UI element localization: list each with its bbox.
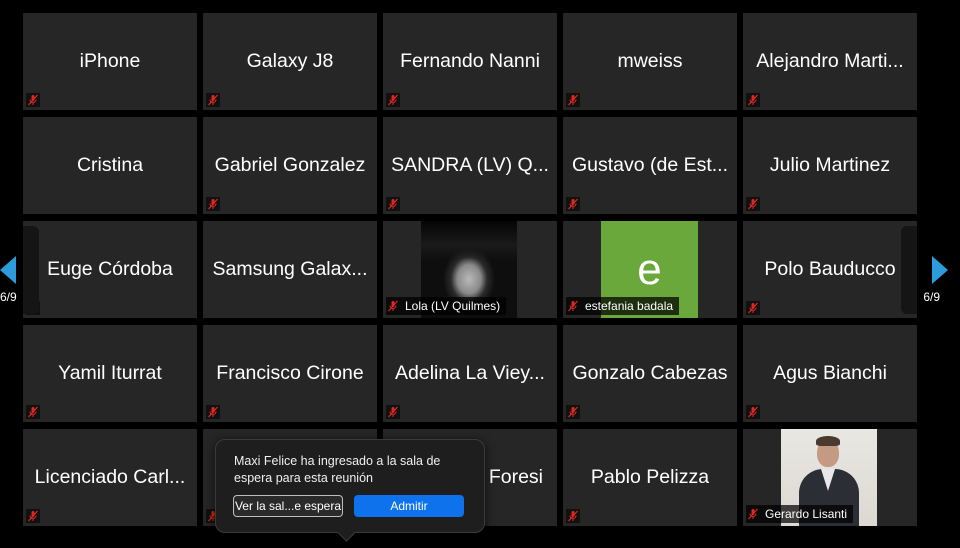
- participant-name: Agus Bianchi: [773, 363, 887, 384]
- muted-mic-icon: [26, 509, 40, 523]
- participant-name: Gonzalo Cabezas: [572, 363, 728, 384]
- muted-mic-icon: [746, 93, 760, 107]
- muted-mic-icon: [566, 93, 580, 107]
- participant-name: Gerardo Lisanti: [765, 507, 848, 521]
- muted-mic-icon: [206, 197, 220, 211]
- muted-mic-icon: [386, 299, 400, 313]
- muted-mic-icon: [746, 507, 760, 521]
- avatar-initial: e: [637, 244, 662, 294]
- participant-name: mweiss: [617, 51, 683, 72]
- participant-label: Gerardo Lisanti: [746, 505, 854, 523]
- participant-tile[interactable]: Gabriel Gonzalez: [203, 117, 377, 214]
- participant-name: Samsung Galax...: [212, 259, 368, 280]
- view-waiting-room-button[interactable]: Ver la sal...e espera: [233, 495, 343, 517]
- participant-tile[interactable]: Samsung Galax...: [203, 221, 377, 318]
- participant-name: Polo Bauducco: [764, 259, 896, 280]
- participant-name: Yamil Iturrat: [58, 363, 162, 384]
- participant-tile[interactable]: Agus Bianchi: [743, 325, 917, 422]
- muted-mic-icon: [206, 93, 220, 107]
- participant-name: iPhone: [79, 51, 141, 72]
- participant-name: Alejandro Marti...: [756, 51, 904, 72]
- participant-video-tile[interactable]: Lola (LV Quilmes): [383, 221, 557, 318]
- participant-tile[interactable]: Francisco Cirone: [203, 325, 377, 422]
- muted-mic-icon: [386, 405, 400, 419]
- participant-tile[interactable]: Julio Martinez: [743, 117, 917, 214]
- participant-name: Julio Martinez: [769, 155, 891, 176]
- muted-mic-icon: [746, 197, 760, 211]
- participant-tile[interactable]: Cristina: [23, 117, 197, 214]
- notification-message: Maxi Felice ha ingresado a la sala de es…: [234, 454, 441, 485]
- participant-name: Gabriel Gonzalez: [214, 155, 366, 176]
- participant-tile[interactable]: Yamil Iturrat: [23, 325, 197, 422]
- participant-label: estefania badala: [566, 297, 680, 315]
- participant-name: Licenciado Carl...: [34, 467, 186, 488]
- muted-mic-icon: [746, 405, 760, 419]
- participant-name: Gustavo (de Est...: [571, 155, 729, 176]
- participant-name: Pablo Pelizza: [590, 467, 710, 488]
- participant-tile[interactable]: Alejandro Marti...: [743, 13, 917, 110]
- participant-tile[interactable]: Pablo Pelizza: [563, 429, 737, 526]
- participant-video-tile[interactable]: Gerardo Lisanti: [743, 429, 917, 526]
- muted-mic-icon: [566, 509, 580, 523]
- waiting-room-notification: Maxi Felice ha ingresado a la sala de es…: [215, 439, 485, 533]
- muted-mic-icon: [566, 299, 580, 313]
- participant-name: Lola (LV Quilmes): [405, 299, 501, 313]
- participant-tile[interactable]: iPhone: [23, 13, 197, 110]
- participant-name: Foresi: [488, 467, 543, 488]
- admit-button[interactable]: Admitir: [354, 495, 464, 517]
- participant-name: Adelina La Viey...: [395, 363, 545, 384]
- muted-mic-icon: [206, 405, 220, 419]
- muted-mic-icon: [566, 197, 580, 211]
- participant-tile[interactable]: Polo Bauducco: [743, 221, 917, 318]
- participant-tile[interactable]: Adelina La Viey...: [383, 325, 557, 422]
- participant-tile[interactable]: Galaxy J8: [203, 13, 377, 110]
- participant-name: Euge Córdoba: [47, 259, 173, 280]
- participant-tile[interactable]: Licenciado Carl...: [23, 429, 197, 526]
- participant-name: estefania badala: [585, 299, 674, 313]
- page-indicator-left: 6/9: [0, 290, 17, 304]
- participant-tile[interactable]: Fernando Nanni: [383, 13, 557, 110]
- previous-page-arrow-icon[interactable]: [0, 256, 20, 284]
- muted-mic-icon: [386, 93, 400, 107]
- participant-avatar-tile[interactable]: e estefania badala: [563, 221, 737, 318]
- participant-label: Lola (LV Quilmes): [386, 297, 507, 315]
- prev-page-strip[interactable]: [23, 226, 39, 314]
- muted-mic-icon: [386, 197, 400, 211]
- participant-name: Galaxy J8: [246, 51, 334, 72]
- participant-name: SANDRA (LV) Q...: [391, 155, 549, 176]
- muted-mic-icon: [26, 93, 40, 107]
- page-indicator-right: 6/9: [923, 290, 940, 304]
- participant-name: Cristina: [76, 155, 144, 176]
- next-page-arrow-icon[interactable]: [928, 256, 948, 284]
- participant-tile[interactable]: Gonzalo Cabezas: [563, 325, 737, 422]
- participant-tile[interactable]: Gustavo (de Est...: [563, 117, 737, 214]
- muted-mic-icon: [566, 405, 580, 419]
- participant-tile[interactable]: mweiss: [563, 13, 737, 110]
- participant-name: Francisco Cirone: [216, 363, 364, 384]
- next-page-strip[interactable]: [901, 226, 917, 314]
- muted-mic-icon: [26, 405, 40, 419]
- participant-name: Fernando Nanni: [400, 51, 540, 72]
- muted-mic-icon: [746, 301, 760, 315]
- participant-tile[interactable]: Euge Córdoba: [23, 221, 197, 318]
- participant-tile[interactable]: SANDRA (LV) Q...: [383, 117, 557, 214]
